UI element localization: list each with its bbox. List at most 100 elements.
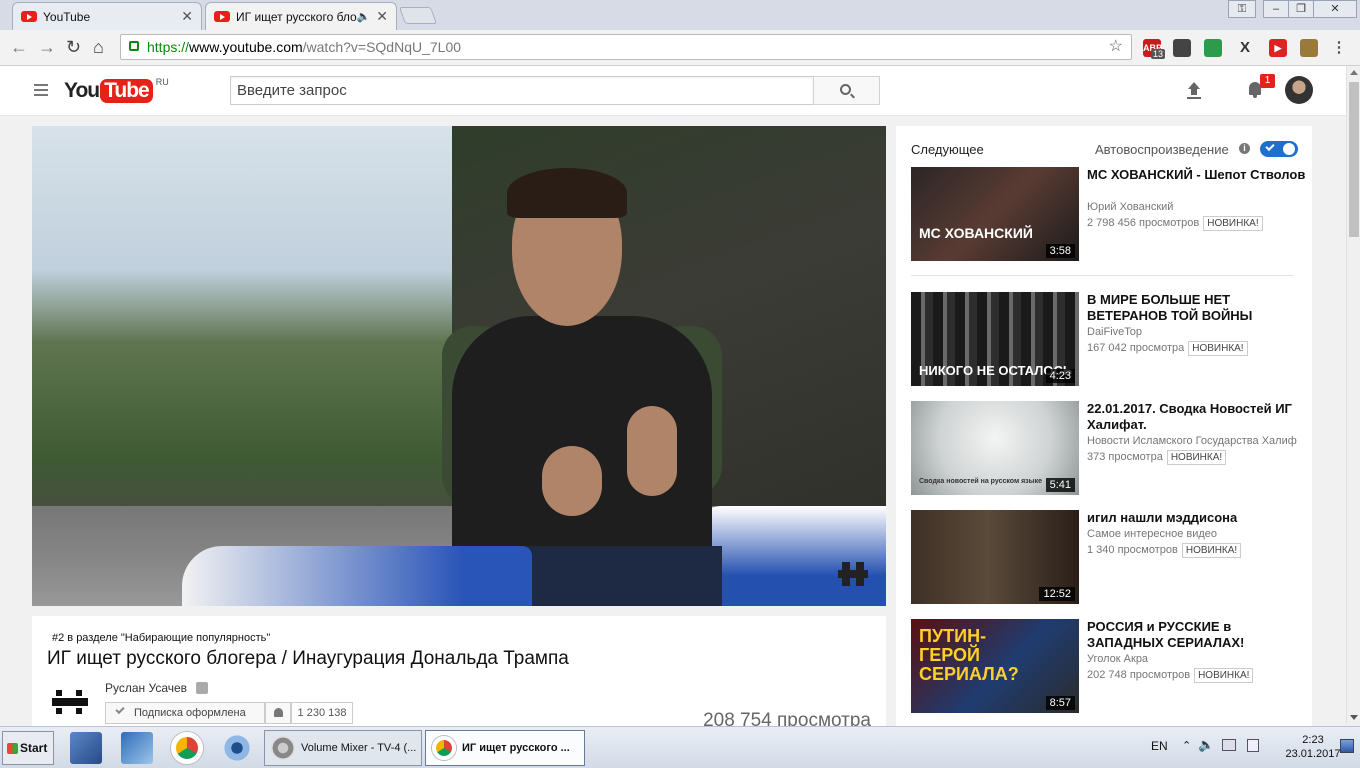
scroll-down-icon[interactable] bbox=[1350, 715, 1358, 720]
profile-icon[interactable]: ⚿ bbox=[1228, 0, 1256, 18]
start-button[interactable]: Start bbox=[2, 731, 54, 765]
new-badge: НОВИНКА! bbox=[1166, 450, 1227, 465]
search-button[interactable] bbox=[813, 76, 880, 105]
volume-icon[interactable]: 🔈 bbox=[1198, 737, 1214, 753]
forward-icon[interactable]: → bbox=[38, 38, 56, 56]
scrollbar-thumb[interactable] bbox=[1349, 82, 1359, 237]
sidebar-video[interactable]: МС ХОВАНСКИЙ 3:58 МС ХОВАНСКИЙ - Шепот Ств… bbox=[911, 167, 1311, 262]
video-title[interactable]: МС ХОВАНСКИЙ - Шепот Стволов bbox=[1087, 167, 1311, 183]
video-channel: Новости Исламского Государства Халиф bbox=[1087, 435, 1297, 447]
scroll-up-icon[interactable] bbox=[1350, 70, 1358, 75]
windows-taskbar: Start Volume Mixer - TV-4 (... ИГ ищет р… bbox=[0, 726, 1360, 768]
url-path: /watch?v=SQdNqU_7L00 bbox=[302, 39, 462, 55]
language-indicator[interactable]: EN bbox=[1151, 739, 1168, 753]
desktop-app-icon[interactable] bbox=[70, 732, 102, 764]
close-window-button[interactable]: ✕ bbox=[1313, 0, 1357, 18]
trending-label[interactable]: #2 в разделе "Набирающие популярность" bbox=[52, 632, 270, 644]
autoplay-toggle[interactable] bbox=[1260, 141, 1298, 157]
menu-icon[interactable]: ⋮ bbox=[1330, 39, 1348, 57]
video-thumbnail[interactable]: Сводка новостей на русском языке 5:41 bbox=[911, 401, 1079, 495]
new-tab-button[interactable] bbox=[398, 7, 438, 24]
windows-logo-icon bbox=[7, 743, 18, 754]
taskbar-item-volume-mixer[interactable]: Volume Mixer - TV-4 (... bbox=[264, 730, 422, 766]
guide-menu-icon[interactable] bbox=[34, 84, 48, 96]
address-bar[interactable]: https://www.youtube.com/watch?v=SQdNqU_7… bbox=[120, 34, 1132, 60]
search-input[interactable]: Введите запрос bbox=[230, 76, 814, 105]
channel-name[interactable]: Руслан Усачев bbox=[105, 681, 187, 695]
logo-region: RU bbox=[155, 77, 169, 87]
upload-icon[interactable] bbox=[1186, 82, 1202, 100]
chrome-icon[interactable] bbox=[171, 732, 203, 764]
home-icon[interactable]: ⌂ bbox=[93, 38, 104, 56]
video-thumbnail[interactable]: ПУТИН- ГЕРОЙ СЕРИАЛА? 8:57 bbox=[911, 619, 1079, 713]
sidebar-video[interactable]: 12:52 игил нашли мэддисона Самое интересно… bbox=[911, 510, 1311, 605]
network-app-icon[interactable] bbox=[121, 732, 153, 764]
video-duration: 3:58 bbox=[1045, 244, 1075, 258]
speaker-icon[interactable]: 🔈 bbox=[357, 10, 371, 23]
autoplay-label: Автовоспроизведение bbox=[1095, 142, 1229, 157]
chrome-icon bbox=[432, 736, 456, 760]
reload-icon[interactable]: ↻ bbox=[66, 38, 81, 56]
system-clock[interactable]: 2:23 23.01.2017 bbox=[1278, 733, 1348, 761]
clock-time: 2:23 bbox=[1302, 734, 1324, 746]
video-title: ИГ ищет русского блогера / Инаугурация Д… bbox=[47, 648, 569, 669]
info-icon[interactable]: i bbox=[1239, 143, 1250, 154]
network-tray-icon[interactable] bbox=[1222, 739, 1236, 751]
video-channel: DaiFiveTop bbox=[1087, 326, 1143, 338]
subscribe-button[interactable]: Подписка оформлена bbox=[105, 702, 265, 724]
bookmark-star-icon[interactable]: ☆ bbox=[1109, 35, 1123, 59]
show-hidden-icons-icon[interactable]: ⌃ bbox=[1182, 739, 1191, 752]
eye-app-icon[interactable] bbox=[221, 732, 253, 764]
user-avatar[interactable] bbox=[1285, 76, 1313, 104]
tab-video[interactable]: ИГ ищет русского блог 🔈 ✕ bbox=[205, 2, 397, 30]
close-icon[interactable]: ✕ bbox=[376, 8, 388, 25]
video-ext-icon[interactable]: ▶ bbox=[1269, 39, 1287, 57]
video-views: 2 798 456 просмотров bbox=[1087, 217, 1200, 229]
sidebar-video[interactable]: НИКОГО НЕ ОСТАЛОСЬ 4:23 В МИРЕ БОЛЬШЕ НЕТ … bbox=[911, 292, 1311, 387]
video-duration: 5:41 bbox=[1045, 478, 1075, 492]
new-badge: НОВИНКА! bbox=[1194, 668, 1254, 683]
thumbnail-caption: МС ХОВАНСКИЙ bbox=[919, 225, 1033, 241]
close-icon[interactable]: ✕ bbox=[181, 8, 193, 25]
video-thumbnail[interactable]: 12:52 bbox=[911, 510, 1079, 604]
video-thumbnail[interactable]: МС ХОВАНСКИЙ 3:58 bbox=[911, 167, 1079, 261]
new-badge: НОВИНКА! bbox=[1203, 216, 1263, 231]
puzzle-icon[interactable] bbox=[1173, 39, 1191, 57]
taskbar-item-chrome[interactable]: ИГ ищет русского ... bbox=[425, 730, 585, 766]
action-center-icon[interactable] bbox=[1247, 739, 1259, 752]
channel-watermark-icon[interactable] bbox=[838, 562, 868, 586]
video-title[interactable]: игил нашли мэддисона bbox=[1087, 510, 1311, 526]
page-scrollbar[interactable] bbox=[1346, 66, 1360, 724]
video-player[interactable] bbox=[32, 126, 886, 606]
up-next-sidebar: Следующее Автовоспроизведение i МС ХОВАН… bbox=[896, 126, 1312, 726]
restore-button[interactable]: ❐ bbox=[1288, 0, 1314, 18]
youtube-logo[interactable]: You Tube RU bbox=[64, 76, 169, 106]
video-views: 1 340 просмотров bbox=[1087, 544, 1178, 556]
video-duration: 12:52 bbox=[1039, 587, 1075, 601]
video-title[interactable]: РОССИЯ и РУССКИЕ в ЗАПАДНЫХ СЕРИАЛАХ! bbox=[1087, 619, 1311, 651]
video-thumbnail[interactable]: НИКОГО НЕ ОСТАЛОСЬ 4:23 bbox=[911, 292, 1079, 386]
lock-icon bbox=[129, 41, 139, 51]
drive-icon[interactable] bbox=[1204, 39, 1222, 57]
x-icon[interactable]: X bbox=[1236, 39, 1254, 57]
minimize-button[interactable]: – bbox=[1263, 0, 1289, 18]
new-badge: НОВИНКА! bbox=[1181, 543, 1242, 558]
video-channel: Юрий Хованский bbox=[1087, 201, 1174, 213]
url-domain: www.youtube.com bbox=[189, 39, 303, 55]
subscription-bell-icon[interactable] bbox=[265, 702, 291, 724]
notification-count-badge: 1 bbox=[1260, 74, 1275, 88]
divider bbox=[911, 275, 1294, 276]
sidebar-video[interactable]: Сводка новостей на русском языке 5:41 22.0… bbox=[911, 401, 1311, 496]
tab-youtube[interactable]: YouTube ✕ bbox=[12, 2, 202, 30]
video-views: 373 просмотра bbox=[1087, 451, 1163, 463]
back-icon[interactable]: ← bbox=[10, 38, 28, 56]
video-title[interactable]: В МИРЕ БОЛЬШЕ НЕТ ВЕТЕРАНОВ ТОЙ ВОЙНЫ bbox=[1087, 292, 1311, 324]
channel-avatar[interactable] bbox=[50, 686, 90, 718]
subscriber-count: 1 230 138 bbox=[291, 702, 353, 724]
video-duration: 4:23 bbox=[1045, 369, 1075, 383]
sidebar-video[interactable]: ПУТИН- ГЕРОЙ СЕРИАЛА? 8:57 РОССИЯ и РУССКИ… bbox=[911, 619, 1311, 714]
show-desktop-icon[interactable] bbox=[1340, 739, 1354, 753]
video-title[interactable]: 22.01.2017. Сводка Новостей ИГ Халифат. bbox=[1087, 401, 1311, 433]
start-label: Start bbox=[20, 741, 48, 755]
owl-icon[interactable] bbox=[1300, 39, 1318, 57]
